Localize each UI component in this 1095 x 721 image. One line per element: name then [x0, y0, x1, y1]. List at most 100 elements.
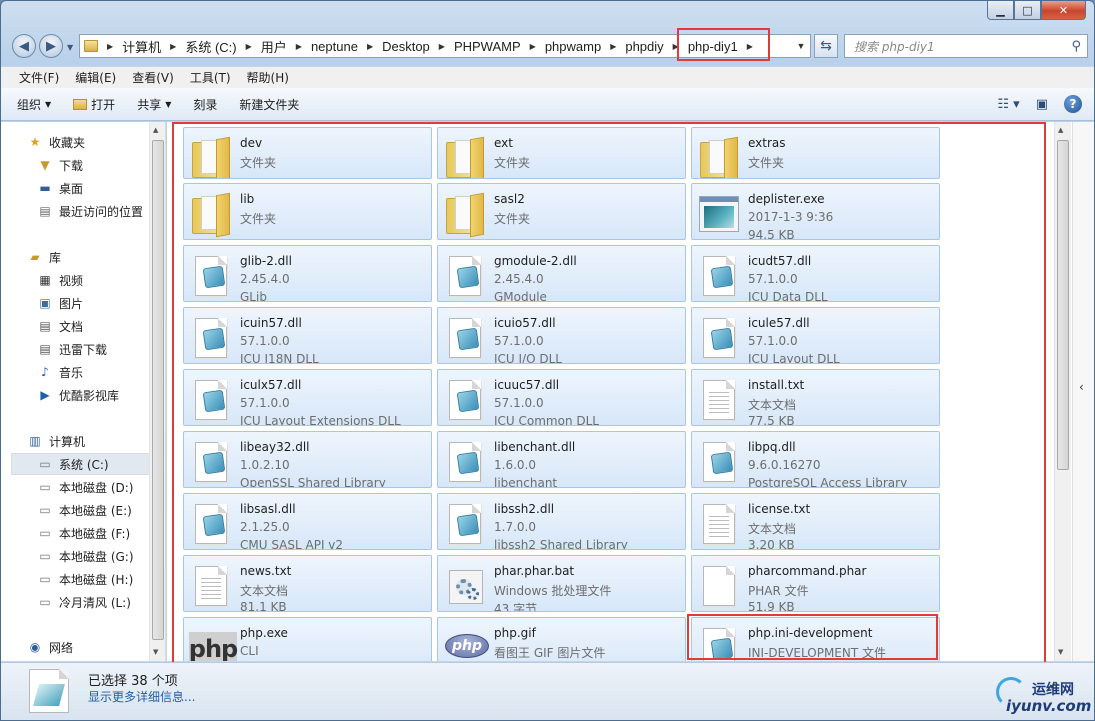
scroll-down-icon[interactable]: ▼ [153, 648, 158, 656]
nav-drive-l[interactable]: ▭ 冷月清风 (L:) [37, 591, 165, 613]
scroll-down-icon[interactable]: ▼ [1058, 648, 1063, 656]
file-item[interactable]: libenchant.dll 1.6.0.0 libenchant [437, 431, 686, 488]
nav-documents[interactable]: ▤ 文档 [37, 315, 165, 337]
content-scroll-thumb[interactable] [1057, 140, 1069, 470]
nav-drive-g[interactable]: ▭ 本地磁盘 (G:) [37, 545, 165, 567]
file-item[interactable]: phpphp.gif看图王 GIF 图片文件2.46 KB [437, 617, 686, 661]
file-item[interactable]: libssh2.dll 1.7.0.0 libssh2 Shared Library [437, 493, 686, 550]
nav-scroll-thumb[interactable] [152, 140, 164, 640]
chevron-right-icon[interactable]: ▶ [241, 42, 257, 51]
preview-pane-toggle[interactable]: ‹ [1072, 122, 1094, 661]
address-bar[interactable]: ▶ 计算机 ▶ 系统 (C:) ▶ 用户 ▶ neptune ▶ Desktop… [79, 34, 811, 58]
file-item[interactable]: icudt57.dll 57.1.0.0 ICU Data DLL [691, 245, 940, 302]
breadcrumb-neptune[interactable]: neptune [307, 35, 362, 57]
breadcrumb-phpdiy[interactable]: phpdiy [621, 35, 667, 57]
open-button[interactable]: 打开 [73, 96, 115, 113]
content-scrollbar[interactable]: ▲ ▼ [1054, 122, 1071, 661]
nav-drive-f[interactable]: ▭ 本地磁盘 (F:) [37, 522, 165, 544]
nav-music[interactable]: ♪ 音乐 [37, 361, 165, 383]
search-icon[interactable]: ⚲ [1071, 39, 1081, 54]
menu-help[interactable]: 帮助(H) [239, 69, 297, 86]
file-item[interactable]: libeay32.dll 1.0.2.10 OpenSSL Shared Libra… [183, 431, 432, 488]
file-item[interactable]: extras 文件夹 [691, 127, 940, 179]
file-item[interactable]: icuio57.dll 57.1.0.0 ICU I/O DLL [437, 307, 686, 364]
chevron-right-icon[interactable]: ▶ [742, 42, 758, 51]
nav-downloads[interactable]: ▼ 下载 [37, 154, 165, 176]
chevron-right-icon[interactable]: ▶ [525, 42, 541, 51]
breadcrumb-desktop[interactable]: Desktop [378, 35, 434, 57]
address-dropdown-icon[interactable]: ▼ [792, 41, 810, 51]
chevron-right-icon[interactable]: ▶ [668, 42, 684, 51]
file-item[interactable]: glib-2.dll 2.45.4.0 GLib [183, 245, 432, 302]
nav-youku[interactable]: ▶ 优酷影视库 [37, 384, 165, 406]
chevron-right-icon[interactable]: ▶ [291, 42, 307, 51]
file-item[interactable]: libpq.dll 9.6.0.16270 PostgreSQL Access Li… [691, 431, 940, 488]
chevron-right-icon[interactable]: ▶ [605, 42, 621, 51]
file-item[interactable]: deplister.exe 2017-1-3 9:36 94.5 KB [691, 183, 940, 240]
chevron-right-icon[interactable]: ▶ [102, 42, 118, 51]
file-item[interactable]: ext 文件夹 [437, 127, 686, 179]
refresh-button[interactable]: ⇆ [814, 34, 838, 58]
share-button[interactable]: 共享 ▼ [137, 96, 171, 113]
file-item[interactable]: gmodule-2.dll 2.45.4.0 GModule [437, 245, 686, 302]
minimize-button[interactable]: ▁ [987, 1, 1014, 20]
preview-pane-icon[interactable]: ▣ [1036, 97, 1048, 112]
nav-xunlei[interactable]: ▤ 迅雷下载 [37, 338, 165, 360]
nav-libraries[interactable]: ▰ 库 [27, 246, 165, 268]
scroll-up-icon[interactable]: ▲ [1058, 126, 1063, 134]
menu-view[interactable]: 查看(V) [124, 69, 182, 86]
nav-desktop[interactable]: ▬ 桌面 [37, 177, 165, 199]
nav-computer[interactable]: ▥ 计算机 [27, 430, 165, 452]
file-item[interactable]: install.txt 文本文档 77.5 KB [691, 369, 940, 426]
file-item[interactable]: php.ini-development INI-DEVELOPMENT 文件 [691, 617, 940, 661]
menu-edit[interactable]: 编辑(E) [67, 69, 124, 86]
breadcrumb-phpwamp-upper[interactable]: PHPWAMP [450, 35, 525, 57]
organize-button[interactable]: 组织 ▼ [17, 96, 51, 113]
nav-scrollbar[interactable]: ▲ ▼ [149, 122, 165, 661]
view-options-icon[interactable]: ☷ ▾ [997, 97, 1019, 112]
file-item[interactable]: icule57.dll 57.1.0.0 ICU Layout DLL [691, 307, 940, 364]
forward-button[interactable]: ▶ [39, 34, 63, 58]
scroll-up-icon[interactable]: ▲ [153, 126, 158, 134]
file-item[interactable]: icuuc57.dll 57.1.0.0 ICU Common DLL [437, 369, 686, 426]
file-item[interactable]: news.txt 文本文档 81.1 KB [183, 555, 432, 612]
file-item[interactable]: phar.phar.bat Windows 批处理文件 43 字节 [437, 555, 686, 612]
help-icon[interactable]: ? [1064, 95, 1082, 113]
breadcrumb-users[interactable]: 用户 [257, 35, 291, 57]
menu-tools[interactable]: 工具(T) [182, 69, 239, 86]
nav-drive-c[interactable]: ▭ 系统 (C:) [11, 453, 159, 475]
back-button[interactable]: ◀ [12, 34, 36, 58]
chevron-right-icon[interactable]: ▶ [362, 42, 378, 51]
menu-file[interactable]: 文件(F) [11, 69, 67, 86]
chevron-right-icon[interactable]: ▶ [165, 42, 181, 51]
breadcrumb-php-diy1[interactable]: php-diy1 [684, 35, 742, 57]
nav-drive-d[interactable]: ▭ 本地磁盘 (D:) [37, 476, 165, 498]
file-item[interactable]: lib 文件夹 [183, 183, 432, 240]
file-item[interactable]: dev 文件夹 [183, 127, 432, 179]
close-button[interactable]: ✕ [1041, 1, 1086, 20]
nav-recent[interactable]: ▤ 最近访问的位置 [37, 200, 165, 222]
file-item[interactable]: license.txt 文本文档 3.20 KB [691, 493, 940, 550]
nav-videos[interactable]: ▦ 视频 [37, 269, 165, 291]
chevron-right-icon[interactable]: ▶ [434, 42, 450, 51]
file-item[interactable]: libsasl.dll 2.1.25.0 CMU SASL API v2 [183, 493, 432, 550]
recent-pages-dropdown-icon[interactable]: ▼ [67, 43, 75, 52]
maximize-button[interactable]: □ [1014, 1, 1041, 20]
nav-favorites[interactable]: ★ 收藏夹 [27, 131, 165, 153]
file-item[interactable]: phpphp.exeCLIThe PHP C [183, 617, 432, 661]
nav-drive-e[interactable]: ▭ 本地磁盘 (E:) [37, 499, 165, 521]
nav-pictures[interactable]: ▣ 图片 [37, 292, 165, 314]
nav-network[interactable]: ◉ 网络 [27, 636, 165, 658]
search-input[interactable]: 搜索 php-diy1 ⚲ [844, 34, 1088, 58]
file-item[interactable]: pharcommand.phar PHAR 文件 51.9 KB [691, 555, 940, 612]
breadcrumb-computer[interactable]: 计算机 [118, 35, 165, 57]
breadcrumb-drive-c[interactable]: 系统 (C:) [181, 35, 240, 57]
show-more-details-link[interactable]: 显示更多详细信息... [88, 688, 195, 705]
file-item[interactable]: iculx57.dll 57.1.0.0 ICU Layout Extensions… [183, 369, 432, 426]
file-item[interactable]: sasl2 文件夹 [437, 183, 686, 240]
nav-drive-h[interactable]: ▭ 本地磁盘 (H:) [37, 568, 165, 590]
breadcrumb-phpwamp[interactable]: phpwamp [541, 35, 605, 57]
file-item[interactable]: icuin57.dll 57.1.0.0 ICU I18N DLL [183, 307, 432, 364]
new-folder-button[interactable]: 新建文件夹 [239, 96, 299, 113]
burn-button[interactable]: 刻录 [193, 96, 217, 113]
